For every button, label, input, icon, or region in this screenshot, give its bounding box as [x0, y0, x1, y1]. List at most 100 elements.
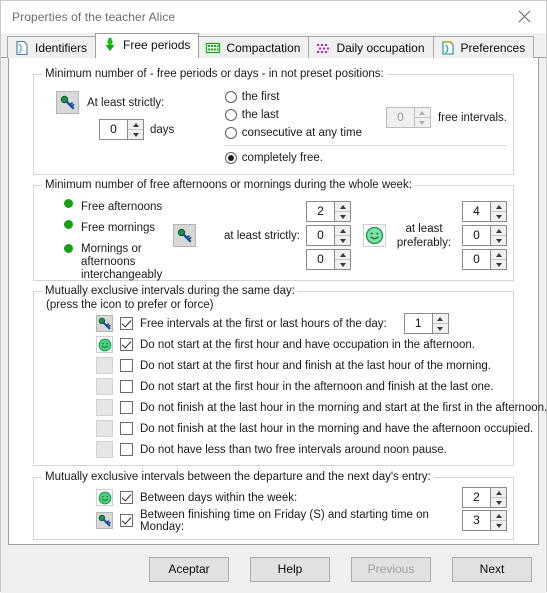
between-days-spinner[interactable]: 2	[462, 487, 507, 508]
checkbox-row-no-less-than-two-free-intervals-noon[interactable]: Do not have less than two free intervals…	[40, 439, 507, 460]
blank-icon-button-row6[interactable]	[96, 420, 113, 437]
close-button[interactable]	[502, 1, 546, 32]
preferred-spinner-afternoons[interactable]: 4	[462, 201, 507, 222]
days-spinner[interactable]: 0	[99, 119, 144, 140]
spinner-value[interactable]: 0	[306, 249, 334, 270]
preferred-spinner-mornings[interactable]: 0	[462, 225, 507, 246]
key-icon-button-friday-monday[interactable]	[96, 512, 113, 529]
tab-preferences[interactable]: Preferences	[432, 36, 535, 58]
checkbox-row-between-friday-monday[interactable]: Between finishing time on Friday (S) and…	[40, 509, 507, 533]
spinner-arrows[interactable]	[334, 225, 351, 246]
spinner-up-button[interactable]	[432, 314, 448, 324]
radio-the-last[interactable]	[224, 109, 237, 121]
spinner-up-button[interactable]	[491, 511, 506, 521]
blank-icon-button-row7[interactable]	[96, 441, 113, 458]
spinner-down-button[interactable]	[491, 212, 506, 221]
spinner-value[interactable]: 2	[462, 487, 490, 508]
checkbox-row-between-days-within-week[interactable]: Between days within the week: 2	[40, 486, 507, 509]
spinner-up-button[interactable]	[414, 108, 430, 118]
checkbox-row-no-start-first-occupation-afternoon[interactable]: Do not start at the first hour and have …	[40, 334, 507, 355]
strict-spinner-mornings[interactable]: 0	[306, 225, 351, 246]
spinner-up-button[interactable]	[335, 250, 350, 260]
radio-row-the-first[interactable]: the first	[224, 88, 362, 106]
free-intervals-day-spinner[interactable]: 1	[403, 313, 449, 334]
friday-monday-spinner[interactable]: 3	[462, 510, 507, 531]
blank-icon-button-row5[interactable]	[96, 399, 113, 416]
next-button[interactable]: Next	[452, 556, 532, 582]
spinner-up-button[interactable]	[128, 120, 143, 130]
checkbox-no-start-first-finish-last-morning[interactable]	[120, 359, 133, 372]
key-icon-button-strict[interactable]	[56, 91, 79, 114]
spinner-down-button[interactable]	[491, 521, 506, 530]
help-button[interactable]: Help	[250, 556, 330, 582]
checkbox-between-friday-monday[interactable]	[120, 514, 133, 527]
checkbox-no-start-first-afternoon-finish-last[interactable]	[120, 380, 133, 393]
spinner-down-button[interactable]	[335, 212, 350, 221]
spinner-value[interactable]: 1	[403, 313, 432, 334]
spinner-arrows[interactable]	[490, 225, 507, 246]
spinner-down-button[interactable]	[432, 324, 448, 333]
accept-button[interactable]: Aceptar	[149, 556, 229, 582]
spinner-value[interactable]: 3	[462, 510, 490, 531]
strict-spinner-afternoons[interactable]: 2	[306, 201, 351, 222]
spinner-value[interactable]: 0	[462, 249, 490, 270]
preferred-spinner-interchangeably[interactable]: 0	[462, 249, 507, 270]
spinner-arrows[interactable]	[334, 201, 351, 222]
checkbox-row-no-start-first-finish-last-morning[interactable]: Do not start at the first hour and finis…	[40, 355, 507, 376]
spinner-value[interactable]: 0	[306, 225, 334, 246]
radio-row-the-last[interactable]: the last	[224, 106, 362, 124]
spinner-arrows[interactable]	[490, 249, 507, 270]
blank-icon-button-row3[interactable]	[96, 357, 113, 374]
key-icon-button-strict-week[interactable]	[173, 224, 196, 247]
tab-free-periods[interactable]: Free periods	[95, 33, 200, 58]
spinner-up-button[interactable]	[335, 226, 350, 236]
spinner-down-button[interactable]	[335, 260, 350, 269]
checkbox-no-less-than-two-free-intervals-noon[interactable]	[120, 443, 133, 456]
checkbox-row-no-finish-last-morning-afternoon-occupied[interactable]: Do not finish at the last hour in the mo…	[40, 418, 533, 439]
smiley-icon-button-row2[interactable]	[96, 336, 113, 353]
spinner-value[interactable]: 4	[462, 201, 490, 222]
radio-row-completely-free[interactable]: completely free.	[224, 149, 507, 167]
spinner-value[interactable]: 2	[306, 201, 334, 222]
checkbox-row-no-start-first-afternoon-finish-last[interactable]: Do not start at the first hour in the af…	[40, 376, 507, 397]
smiley-icon-button-preferably[interactable]	[363, 224, 386, 247]
tab-daily-occupation[interactable]: Daily occupation	[308, 36, 434, 58]
spinner-up-button[interactable]	[491, 202, 506, 212]
radio-consecutive-any-time[interactable]	[224, 127, 237, 139]
free-intervals-spinner-value[interactable]: 0	[385, 107, 414, 128]
radio-the-first[interactable]	[224, 91, 237, 103]
spinner-down-button[interactable]	[414, 118, 430, 127]
spinner-down-button[interactable]	[128, 130, 143, 139]
spinner-up-button[interactable]	[491, 250, 506, 260]
spinner-up-button[interactable]	[491, 488, 506, 498]
spinner-down-button[interactable]	[491, 236, 506, 245]
tab-compactation[interactable]: Compactation	[198, 36, 310, 58]
spinner-arrows[interactable]	[490, 487, 507, 508]
days-spinner-value[interactable]: 0	[99, 119, 127, 140]
strict-spinner-interchangeably[interactable]: 0	[306, 249, 351, 270]
checkbox-free-intervals-first-last[interactable]	[120, 317, 133, 330]
spinner-down-button[interactable]	[491, 260, 506, 269]
spinner-down-button[interactable]	[335, 236, 350, 245]
spinner-arrows[interactable]	[490, 201, 507, 222]
smiley-icon-button-week[interactable]	[96, 489, 113, 506]
checkbox-row-no-finish-last-morning-start-first-afternoon[interactable]: Do not finish at the last hour in the mo…	[40, 397, 547, 418]
spinner-arrows[interactable]	[334, 249, 351, 270]
free-intervals-spinner-arrows[interactable]	[413, 107, 431, 128]
checkbox-no-finish-last-morning-start-first-afternoon[interactable]	[120, 401, 133, 414]
spinner-value[interactable]: 0	[462, 225, 490, 246]
days-spinner-arrows[interactable]	[127, 119, 144, 140]
spinner-up-button[interactable]	[491, 226, 506, 236]
checkbox-row-free-intervals-first-last[interactable]: Free intervals at the first or last hour…	[40, 313, 507, 334]
spinner-arrows[interactable]	[431, 313, 449, 334]
checkbox-no-finish-last-morning-afternoon-occupied[interactable]	[120, 422, 133, 435]
blank-icon-button-row4[interactable]	[96, 378, 113, 395]
spinner-up-button[interactable]	[335, 202, 350, 212]
previous-button[interactable]: Previous	[351, 556, 431, 582]
radio-completely-free[interactable]	[224, 152, 237, 164]
spinner-down-button[interactable]	[491, 498, 506, 507]
key-icon-button-row1[interactable]	[96, 315, 113, 332]
radio-row-consecutive-any-time[interactable]: consecutive at any time	[224, 124, 362, 142]
checkbox-no-start-first-occupation-afternoon[interactable]	[120, 338, 133, 351]
tab-identifiers[interactable]: Identifiers	[7, 36, 97, 58]
